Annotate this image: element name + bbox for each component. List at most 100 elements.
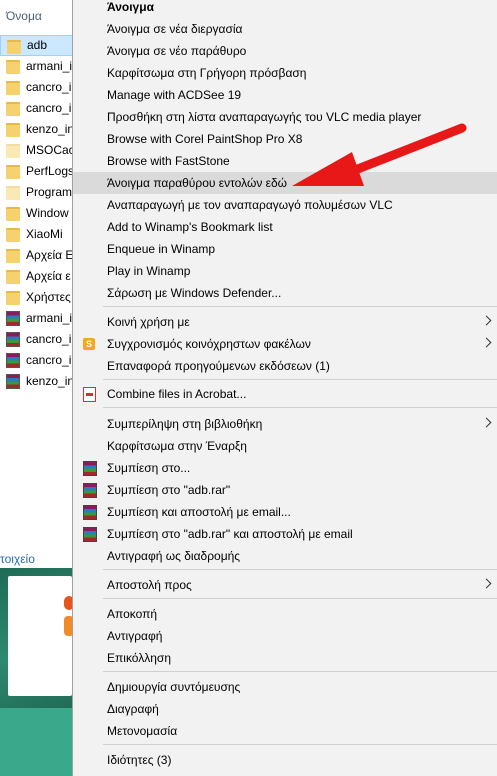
arrow-shaft bbox=[335, 123, 467, 181]
menu-item-label: Browse with FastStone bbox=[107, 154, 230, 168]
menu-item-label: Καρφίτσωμα στην Έναρξη bbox=[107, 439, 247, 453]
menu-item-open[interactable]: Άνοιγμα bbox=[73, 0, 497, 18]
menu-item-copy[interactable]: Αντιγραφή bbox=[73, 625, 497, 647]
file-row[interactable]: Αρχεία Ε bbox=[0, 245, 78, 266]
file-row[interactable]: XiaoMi bbox=[0, 224, 78, 245]
file-row[interactable]: cancro_i bbox=[0, 98, 78, 119]
menu-item-label: Συγχρονισμός κοινόχρηστων φακέλων bbox=[107, 337, 311, 351]
menu-item-label: Enqueue in Winamp bbox=[107, 242, 216, 256]
file-row[interactable]: PerfLogs bbox=[0, 161, 78, 182]
file-name: Χρήστες bbox=[26, 290, 71, 304]
menu-item-compress-email[interactable]: Συμπίεση και αποστολή με email... bbox=[73, 501, 497, 523]
folder-icon bbox=[6, 144, 20, 158]
menu-separator bbox=[103, 671, 497, 672]
menu-item-cut[interactable]: Αποκοπή bbox=[73, 603, 497, 625]
sync-icon bbox=[83, 333, 95, 355]
menu-item-label: Συμπίεση στο "adb.rar" bbox=[107, 483, 231, 497]
menu-item-label: Συμπερίληψη στη βιβλιοθήκη bbox=[107, 417, 263, 431]
file-row[interactable]: cancro_i bbox=[0, 350, 78, 371]
menu-item-label: Αντιγραφή bbox=[107, 629, 163, 643]
menu-item-acdsee[interactable]: Manage with ACDSee 19 bbox=[73, 84, 497, 106]
menu-separator bbox=[103, 306, 497, 307]
background-window bbox=[8, 576, 74, 696]
menu-item-label: Δημιουργία συντόμευσης bbox=[107, 680, 241, 694]
menu-item-copy-as-path[interactable]: Αντιγραφή ως διαδρομής bbox=[73, 545, 497, 567]
menu-item-defender-scan[interactable]: Σάρωση με Windows Defender... bbox=[73, 282, 497, 304]
arrow-head bbox=[292, 152, 364, 186]
menu-item-share-with[interactable]: Κοινή χρήση με bbox=[73, 311, 497, 333]
menu-item-rename[interactable]: Μετονομασία bbox=[73, 720, 497, 742]
menu-item-include-library[interactable]: Συμπερίληψη στη βιβλιοθήκη bbox=[73, 413, 497, 435]
file-name: Window bbox=[26, 206, 69, 220]
file-name: adb bbox=[27, 38, 48, 52]
menu-item-label: Συμπίεση και αποστολή με email... bbox=[107, 505, 291, 519]
winrar-icon bbox=[83, 483, 97, 498]
menu-item-open-new-window[interactable]: Άνοιγμα σε νέο παράθυρο bbox=[73, 40, 497, 62]
menu-item-winamp-bookmark[interactable]: Add to Winamp's Bookmark list bbox=[73, 216, 497, 238]
file-row[interactable]: Χρήστες bbox=[0, 287, 78, 308]
file-name: MSOCac bbox=[26, 143, 75, 157]
file-row[interactable]: cancro_i bbox=[0, 329, 78, 350]
winrar-archive-icon bbox=[6, 332, 20, 347]
menu-item-label: Άνοιγμα παραθύρου εντολών εδώ bbox=[107, 176, 288, 190]
winrar-archive-icon bbox=[6, 311, 20, 326]
menu-item-properties[interactable]: Ιδιότητες (3) bbox=[73, 749, 497, 771]
file-name: kenzo_in bbox=[26, 122, 75, 136]
file-name: cancro_i bbox=[26, 101, 72, 115]
file-name: cancro_i bbox=[26, 80, 72, 94]
file-row[interactable]: kenzo_in bbox=[0, 371, 78, 392]
menu-item-label: Συμπίεση στο "adb.rar" και αποστολή με e… bbox=[107, 527, 353, 541]
name-column-header[interactable]: Όνομα bbox=[6, 9, 42, 23]
winrar-icon bbox=[83, 461, 97, 476]
menu-item-winamp-play[interactable]: Play in Winamp bbox=[73, 260, 497, 282]
file-name: cancro_i bbox=[26, 332, 72, 346]
menu-item-label: Ιδιότητες (3) bbox=[107, 753, 172, 767]
menu-item-winamp-enqueue[interactable]: Enqueue in Winamp bbox=[73, 238, 497, 260]
file-row[interactable]: Αρχεία ε bbox=[0, 266, 78, 287]
file-name: armani_i bbox=[26, 59, 73, 73]
menu-item-compress-to[interactable]: Συμπίεση στο... bbox=[73, 457, 497, 479]
file-row[interactable]: Program bbox=[0, 182, 78, 203]
context-menu: Άνοιγμα Άνοιγμα σε νέα διεργασία Άνοιγμα… bbox=[72, 0, 497, 776]
file-row[interactable]: armani_i bbox=[0, 56, 78, 77]
menu-item-delete[interactable]: Διαγραφή bbox=[73, 698, 497, 720]
menu-item-label: Άνοιγμα σε νέο παράθυρο bbox=[107, 44, 247, 58]
menu-item-sync-shared-folders[interactable]: Συγχρονισμός κοινόχρηστων φακέλων bbox=[73, 333, 497, 355]
file-name: XiaoMi bbox=[26, 227, 63, 241]
file-row[interactable]: armani_i bbox=[0, 308, 78, 329]
status-bar-text: τοιχείο bbox=[0, 552, 35, 566]
menu-item-label: Combine files in Acrobat... bbox=[107, 387, 247, 401]
folder-icon bbox=[6, 228, 20, 242]
menu-separator bbox=[103, 379, 497, 380]
file-name: Αρχεία Ε bbox=[26, 248, 74, 262]
menu-item-compress-adb-rar-email[interactable]: Συμπίεση στο "adb.rar" και αποστολή με e… bbox=[73, 523, 497, 545]
menu-item-send-to[interactable]: Αποστολή προς bbox=[73, 574, 497, 596]
menu-item-compress-adb-rar[interactable]: Συμπίεση στο "adb.rar" bbox=[73, 479, 497, 501]
wallpaper-strip bbox=[0, 708, 72, 776]
file-row[interactable]: cancro_i bbox=[0, 77, 78, 98]
folder-icon bbox=[6, 270, 20, 284]
menu-item-create-shortcut[interactable]: Δημιουργία συντόμευσης bbox=[73, 676, 497, 698]
menu-item-label: Επικόλληση bbox=[107, 651, 172, 665]
winrar-archive-icon bbox=[6, 353, 20, 368]
menu-item-pin-start[interactable]: Καρφίτσωμα στην Έναρξη bbox=[73, 435, 497, 457]
menu-item-label: Αποστολή προς bbox=[107, 578, 192, 592]
menu-item-pin-quick-access[interactable]: Καρφίτσωμα στη Γρήγορη πρόσβαση bbox=[73, 62, 497, 84]
file-explorer-pane: Όνομα adb armani_i cancro_i cancro_i ken… bbox=[0, 0, 79, 568]
file-name: cancro_i bbox=[26, 353, 72, 367]
menu-item-combine-acrobat[interactable]: Combine files in Acrobat... bbox=[73, 383, 497, 405]
menu-item-paste[interactable]: Επικόλληση bbox=[73, 647, 497, 669]
chevron-right-icon bbox=[481, 315, 492, 326]
red-arrow-annotation bbox=[292, 123, 467, 186]
menu-item-restore-previous-versions[interactable]: Επαναφορά προηγούμενων εκδόσεων (1) bbox=[73, 355, 497, 377]
file-row[interactable]: kenzo_in bbox=[0, 119, 78, 140]
file-row-adb[interactable]: adb bbox=[0, 35, 78, 56]
menu-item-label: Manage with ACDSee 19 bbox=[107, 88, 242, 102]
file-row[interactable]: Window bbox=[0, 203, 78, 224]
menu-item-label: Αντιγραφή ως διαδρομής bbox=[107, 549, 241, 563]
folder-icon bbox=[6, 186, 20, 200]
menu-item-open-new-process[interactable]: Άνοιγμα σε νέα διεργασία bbox=[73, 18, 497, 40]
file-row[interactable]: MSOCac bbox=[0, 140, 78, 161]
menu-item-label: Διαγραφή bbox=[107, 702, 159, 716]
folder-icon bbox=[7, 40, 21, 54]
